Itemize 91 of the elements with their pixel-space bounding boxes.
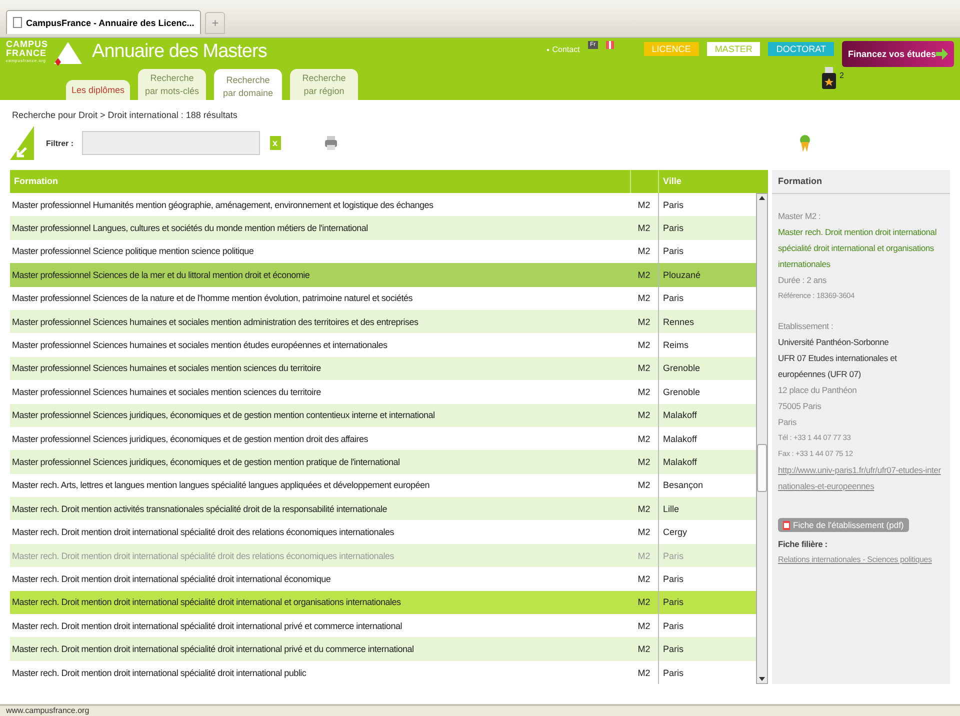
table-row[interactable]: Master professionnel Sciences humaines et sociales mention sciences du territoire M2 Grenoble bbox=[10, 356, 756, 380]
level-cell-text: M2 bbox=[636, 316, 652, 329]
formation-cell-text: Master rech. Droit mention droit international spécialité droit international économique bbox=[11, 574, 332, 584]
basket-count: 2 bbox=[840, 71, 844, 80]
formation-cell-text: Master professionnel Humanités mention géographie, aménagement, environnement et logistique des échanges bbox=[11, 200, 434, 210]
formation-cell-text: Master professionnel Sciences humaines et sociales mention administration des territoires et des entreprises bbox=[11, 316, 420, 327]
flag-icon[interactable] bbox=[606, 41, 614, 49]
formation-cell-text: Master rech. Droit mention activités transnationales spécialité droit de la responsabilité internationale bbox=[11, 504, 388, 514]
back-arrow-icon[interactable] bbox=[10, 126, 34, 160]
formation-cell-text: Master professionnel Sciences juridiques, économiques et de gestion mention pratique de l'international bbox=[11, 456, 401, 467]
table-row[interactable]: Master rech. Droit mention activités transnationales spécialité droit de la responsabilité internationale M2 Lille bbox=[10, 497, 756, 520]
browser-tab[interactable]: CampusFrance - Annuaire des Licenc... bbox=[6, 10, 202, 34]
level-cell-text: M2 bbox=[636, 502, 652, 516]
address-line: 75005 Paris bbox=[778, 400, 822, 413]
level-cell-text: M2 bbox=[636, 666, 652, 680]
level-cell-text: M2 bbox=[636, 268, 652, 282]
logo-text: CAMPUS bbox=[6, 40, 48, 49]
page-icon bbox=[13, 17, 22, 28]
level-cell-text: M2 bbox=[636, 292, 652, 306]
formation-title: Master rech. Droit mention droit international spécialité droit international et organisations internationales bbox=[778, 226, 938, 271]
formation-cell-text: Master rech. Arts, lettres et langues mention langues spécialité langues appliquées et développement européen bbox=[11, 480, 431, 490]
formation-cell-text: Master professionnel Science politique mention science politique bbox=[11, 246, 255, 256]
basket-icon[interactable] bbox=[822, 67, 836, 89]
formation-cell-text: Master professionnel Sciences juridiques, économiques et de gestion mention droit des affaires bbox=[11, 434, 370, 444]
table-row[interactable]: Master professionnel Sciences juridiques, économiques et de gestion mention droit des affaires M2 Malakoff bbox=[10, 426, 756, 450]
level-cell-text: M2 bbox=[636, 572, 652, 586]
level-cell-text: M2 bbox=[636, 432, 652, 446]
table-row[interactable]: Master professionnel Sciences juridiques, économiques et de gestion mention pratique de l'international M2 Malakoff bbox=[10, 450, 756, 474]
table-row[interactable]: Master professionnel Sciences de la nature et de l'homme mention évolution, patrimoine naturel et sociétés M2 Paris bbox=[10, 286, 756, 310]
level-cell-text: M2 bbox=[636, 362, 652, 376]
level-cell-text: M2 bbox=[636, 643, 652, 656]
table-row[interactable]: Master rech. Droit mention droit international spécialité droit international privé et commerce international M2 Paris bbox=[10, 614, 756, 638]
table-row[interactable]: Master rech. Droit mention droit international spécialité droit international et organisations internationales M2 Paris bbox=[10, 590, 756, 614]
level-cell-text: M2 bbox=[636, 245, 652, 258]
arrow-icon bbox=[936, 48, 948, 60]
scroll-down-icon[interactable] bbox=[757, 675, 767, 684]
establishment-label: Etablissement : bbox=[778, 320, 834, 333]
table-row[interactable]: Master professionnel Langues, cultures et sociétés du monde mention métiers de l'international M2 Paris bbox=[10, 216, 756, 240]
level-cell-text: M2 bbox=[636, 456, 652, 469]
filter-field[interactable] bbox=[82, 131, 260, 155]
level-cell-text: M2 bbox=[636, 339, 652, 352]
table-row[interactable]: Master rech. Arts, lettres et langues mention langues spécialité langues appliquées et développement européen M2 Besançon bbox=[10, 474, 756, 498]
level-cell-text: M2 bbox=[636, 386, 652, 399]
address-line: Paris bbox=[778, 416, 798, 429]
level-cell-text: M2 bbox=[636, 198, 652, 212]
table-row[interactable]: Master professionnel Sciences juridiques, économiques et de gestion mention contentieux interne et international M2 Malakoff bbox=[10, 404, 756, 427]
level-cell-text: M2 bbox=[636, 409, 652, 422]
formation-cell-text: Master rech. Droit mention droit international spécialité droit des relations économiques internationales bbox=[11, 527, 395, 538]
level-cell-text: M2 bbox=[636, 222, 652, 236]
formation-cell-text: Master professionnel Sciences humaines et sociales mention études européennes et internationales bbox=[11, 340, 388, 350]
formation-cell-text: Master professionnel Sciences humaines et sociales mention sciences du territoire bbox=[11, 386, 322, 397]
panel-heading: Formation bbox=[772, 170, 950, 194]
breadcrumb: Recherche pour Droit > Droit international : 188 résultats bbox=[11, 109, 238, 122]
table-row[interactable]: Master professionnel Sciences humaines et sociales mention administration des territoires et des entreprises M2 Rennes bbox=[10, 310, 756, 334]
level-cell-text: M2 bbox=[636, 479, 652, 492]
university-name: Université Panthéon-Sorbonne bbox=[778, 336, 890, 349]
site-title: Annuaire des Masters bbox=[92, 41, 267, 63]
table-row[interactable]: Master rech. Droit mention droit international spécialité droit international privé et du commerce international M2 Paris bbox=[10, 637, 756, 661]
level-cell-text: M2 bbox=[636, 596, 652, 610]
formation-cell-text: Master professionnel Langues, cultures et sociétés du monde mention métiers de l'international bbox=[11, 223, 369, 234]
table-row[interactable]: Master professionnel Humanités mention géographie, aménagement, environnement et logistique des échanges M2 Paris bbox=[10, 193, 756, 216]
status-bar: www.campusfrance.org bbox=[0, 704, 960, 716]
scrollbar[interactable] bbox=[756, 193, 768, 684]
formation-cell-text: Master rech. Droit mention droit international spécialité droit international privé et commerce international bbox=[11, 620, 403, 631]
tab-title: CampusFrance - Annuaire des Licenc... bbox=[26, 18, 194, 28]
level-label: Master M2 : bbox=[778, 210, 822, 223]
formation-cell-text: Master rech. Droit mention droit international spécialité droit international privé et du commerce international bbox=[11, 644, 415, 654]
scroll-thumb[interactable] bbox=[757, 444, 767, 492]
level-cell-text: M2 bbox=[636, 526, 652, 540]
level-cell-text: M2 bbox=[636, 620, 652, 633]
nav-tab[interactable]: Recherche par domaine bbox=[214, 69, 282, 100]
finance-button[interactable]: Financez vos études bbox=[842, 41, 954, 67]
filiere-label: Fiche filière : bbox=[778, 538, 828, 551]
formation-cell-text: Master professionnel Sciences humaines et sociales mention sciences du territoire bbox=[11, 363, 322, 374]
formation-cell-text: Master professionnel Sciences de la nature et de l'homme mention évolution, patrimoine naturel et sociétés bbox=[11, 293, 414, 304]
print-icon[interactable] bbox=[324, 136, 337, 150]
formation-cell-text: Master rech. Droit mention droit international spécialité droit international public bbox=[11, 668, 308, 678]
pdf-icon bbox=[783, 520, 790, 530]
address-line: 12 place du Panthéon bbox=[778, 384, 858, 397]
nav-tab[interactable]: Les diplômes bbox=[66, 80, 130, 100]
logo-icon bbox=[52, 40, 84, 66]
formation-cell-text: Master professionnel Sciences juridiques, économiques et de gestion mention contentieux interne et international bbox=[11, 410, 436, 420]
table-row[interactable]: Master professionnel Sciences de la mer et du littoral mention droit et économie M2 Plouzané bbox=[10, 263, 756, 287]
formation-cell-text: Master rech. Droit mention droit international spécialité droit des relations économiques internationales bbox=[11, 550, 395, 561]
level-cell-text: M2 bbox=[636, 550, 652, 563]
filter-label: Filtrer : bbox=[46, 138, 74, 148]
ufr-name: UFR 07 Etudes internationales et européennes (UFR 07) bbox=[778, 352, 898, 381]
formation-cell-text: Master rech. Droit mention droit international spécialité droit international et organisations internationales bbox=[11, 597, 402, 608]
duration-text: Durée : 2 ans bbox=[778, 274, 828, 287]
formation-cell-text: Master professionnel Sciences de la mer et du littoral mention droit et économie bbox=[11, 270, 311, 280]
logo-text: FRANCE bbox=[6, 49, 48, 58]
